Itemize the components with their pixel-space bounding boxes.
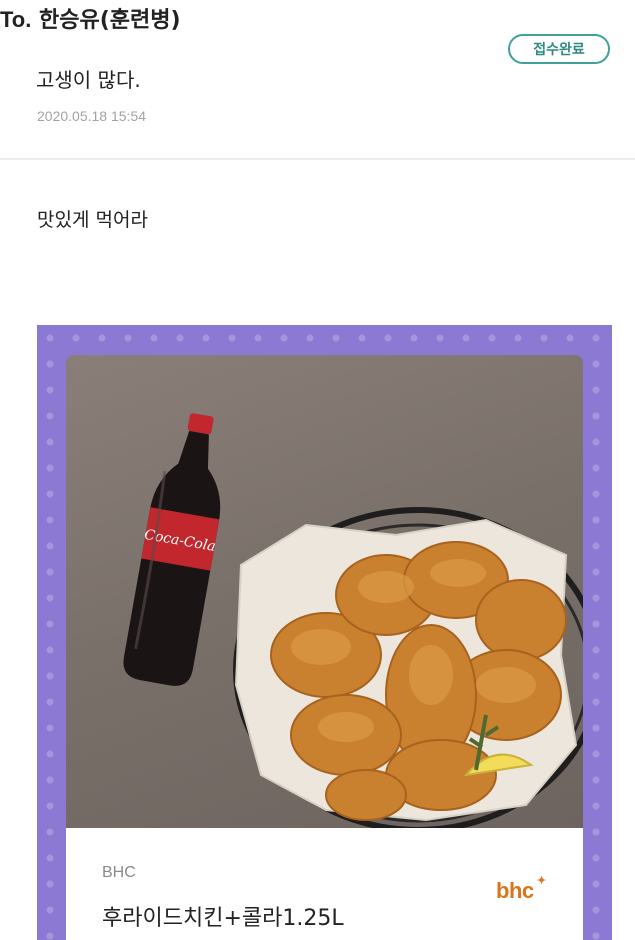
status-badge: 접수완료 bbox=[508, 34, 610, 64]
gift-message-screen: To. 한승유(훈련병) 접수완료 고생이 많다. 2020.05.18 15:… bbox=[0, 0, 635, 940]
bhc-logo: bhc ✦ bbox=[496, 875, 546, 904]
product-image: Coca-Cola bbox=[66, 355, 583, 858]
message-title: 고생이 많다. bbox=[36, 68, 141, 92]
gift-card[interactable]: Coca-Cola BHC 후라이드치킨+콜라1.25L bhc ✦ bbox=[37, 325, 612, 940]
divider bbox=[0, 158, 635, 160]
message-date: 2020.05.18 15:54 bbox=[37, 108, 146, 124]
brand-logo-text: bhc bbox=[496, 878, 534, 903]
product-name: 후라이드치킨+콜라1.25L bbox=[102, 906, 344, 931]
chicken-and-cola-illustration: Coca-Cola bbox=[123, 413, 583, 833]
message-body: 맛있게 먹어라 bbox=[37, 209, 148, 231]
logo-star-icon: ✦ bbox=[536, 875, 546, 887]
brand-name: BHC bbox=[102, 864, 136, 881]
product-info: BHC 후라이드치킨+콜라1.25L bhc ✦ bbox=[66, 828, 583, 940]
recipient-header: To. 한승유(훈련병) bbox=[0, 2, 181, 34]
recipient-name: 한승유(훈련병) bbox=[39, 8, 181, 33]
to-prefix: To. bbox=[0, 7, 32, 32]
